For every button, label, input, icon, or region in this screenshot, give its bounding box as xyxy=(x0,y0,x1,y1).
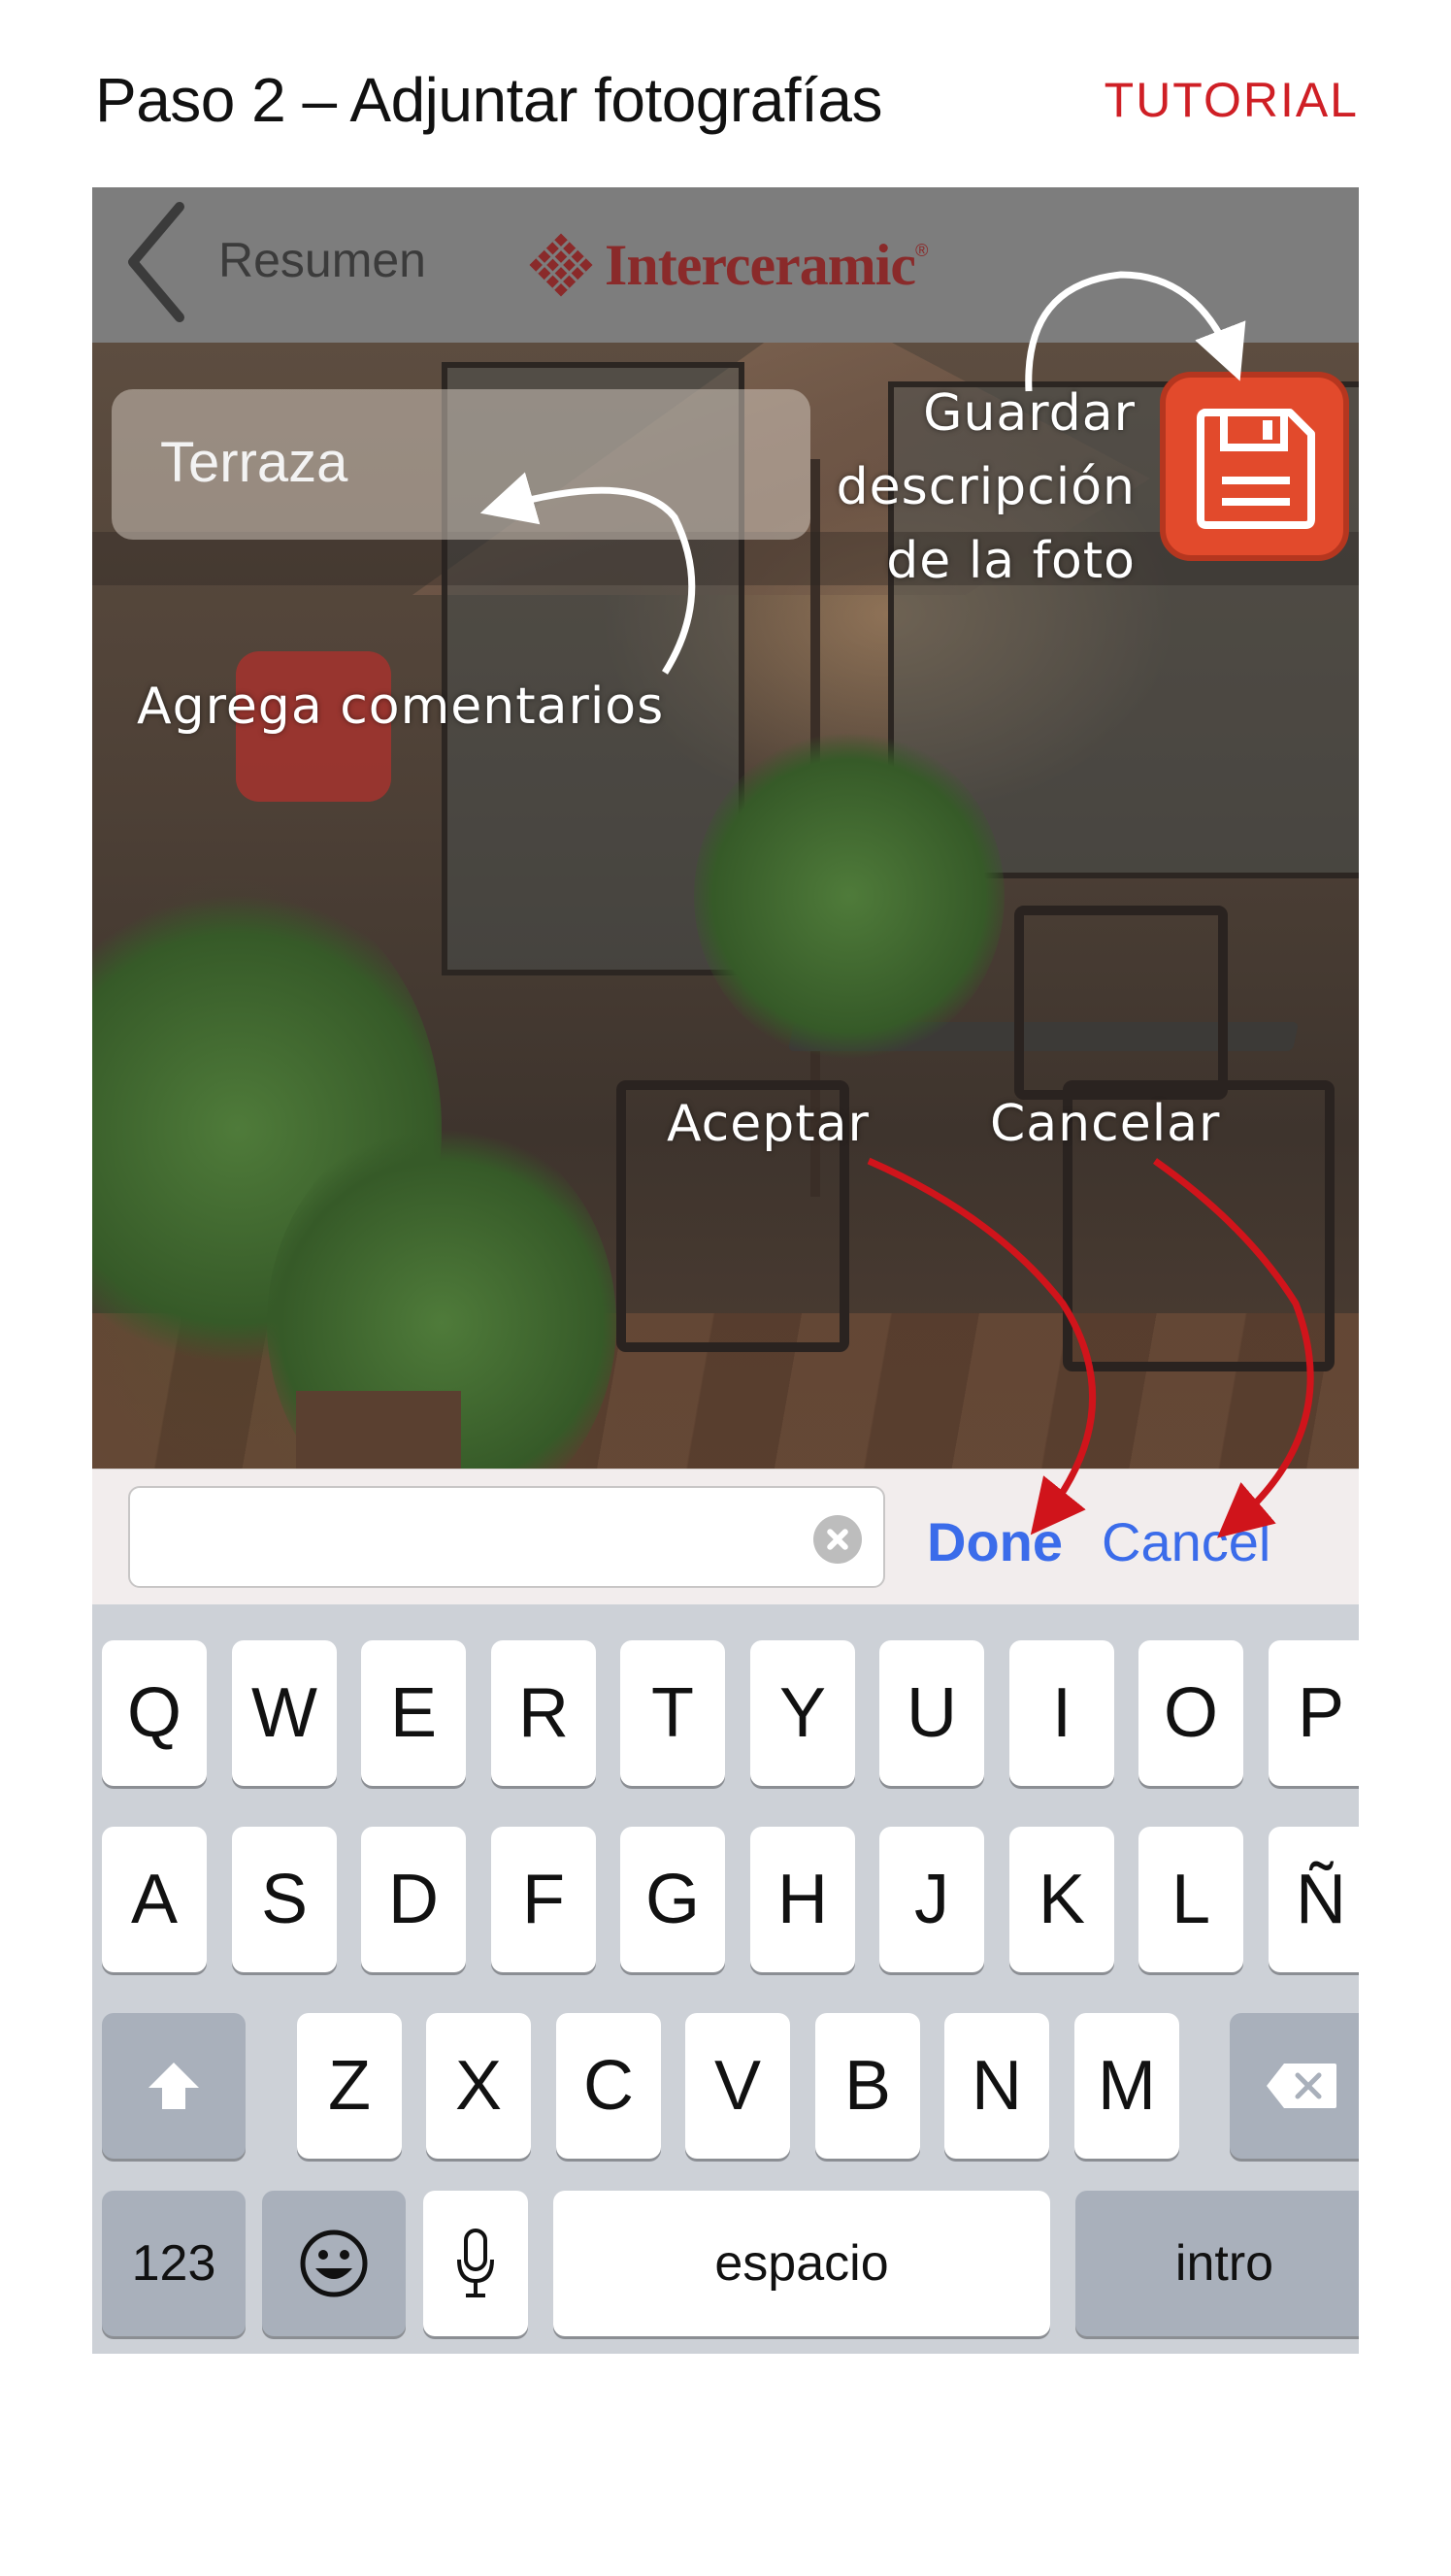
save-arrow xyxy=(1025,271,1246,392)
comments-arrow xyxy=(479,472,696,675)
annotation-arrows xyxy=(479,271,1314,1538)
page-title: Paso 2 – Adjuntar fotografías xyxy=(95,65,882,135)
tutorial-label: TUTORIAL xyxy=(1104,73,1359,127)
accept-arrow xyxy=(867,1157,1097,1536)
app-screenshot: Resumen Interceramic ® Terraza Guardar d… xyxy=(92,187,1359,2354)
cancel-arrow xyxy=(1152,1158,1314,1538)
